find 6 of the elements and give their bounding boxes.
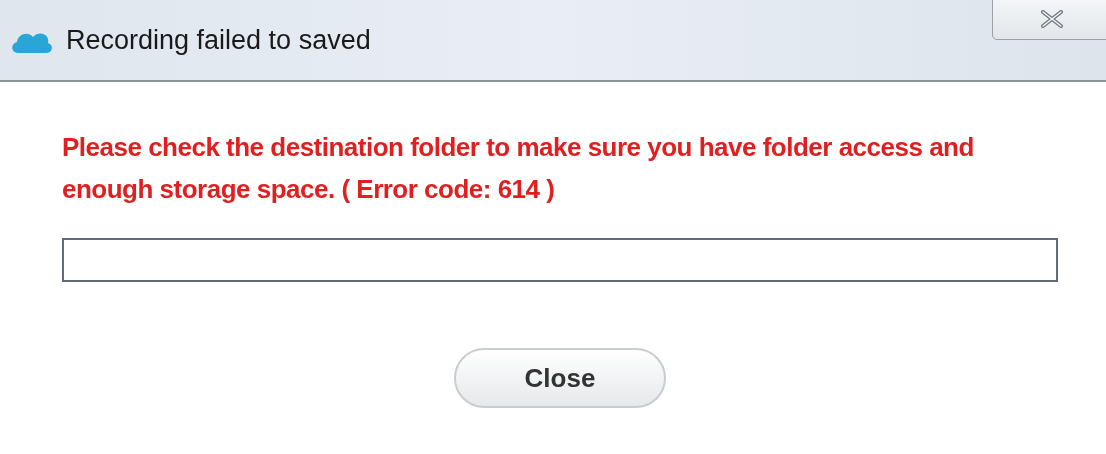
input-field[interactable] — [62, 238, 1058, 282]
close-dialog-button[interactable]: Close — [454, 348, 666, 408]
close-icon — [1041, 10, 1063, 28]
window-title: Recording failed to saved — [66, 23, 371, 57]
error-message: Please check the destination folder to make sure you have folder access and enough storage space. ( Error code: 614 ) — [62, 131, 975, 206]
close-button[interactable] — [992, 0, 1106, 40]
